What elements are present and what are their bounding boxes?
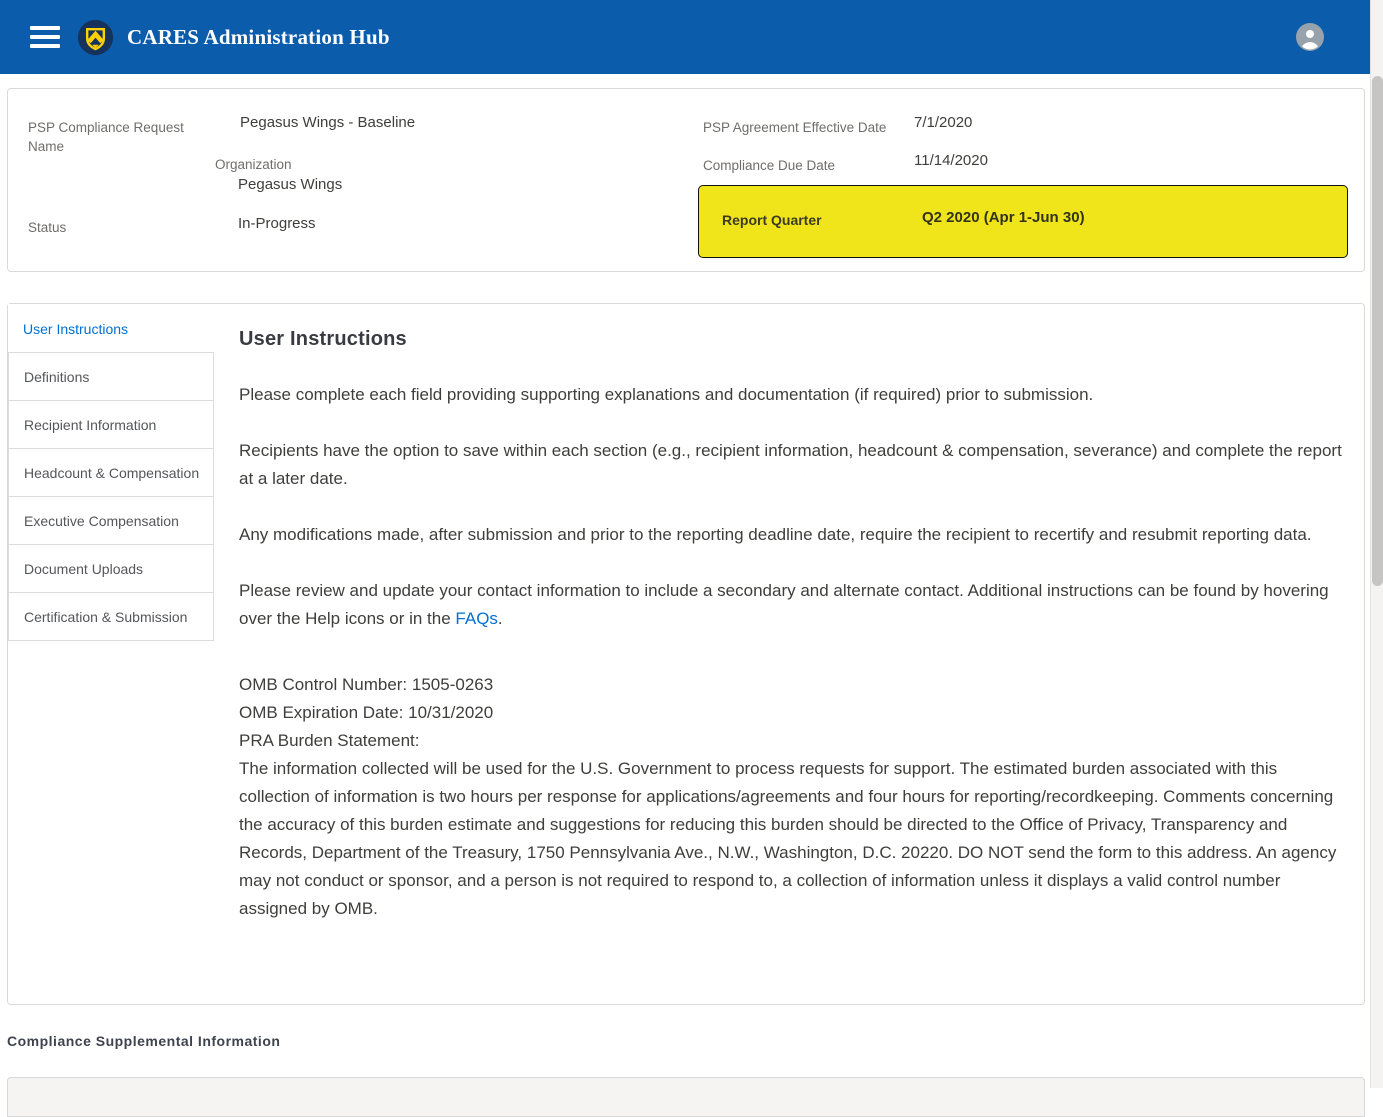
due-date-value: 11/14/2020: [914, 151, 988, 171]
sidebar-item-definitions[interactable]: Definitions: [8, 352, 214, 401]
sidebar-item-headcount-compensation[interactable]: Headcount & Compensation: [8, 448, 214, 497]
due-date-label: Compliance Due Date: [703, 156, 835, 175]
organization-value: Pegasus Wings: [238, 175, 342, 195]
request-name-label: PSP Compliance Request Name: [28, 118, 203, 156]
status-label: Status: [28, 218, 66, 237]
status-value: In-Progress: [238, 214, 316, 234]
user-avatar-icon: [1296, 23, 1324, 51]
app-header: CARES Administration Hub: [0, 0, 1370, 74]
user-instructions-content: User Instructions Please complete each f…: [214, 304, 1364, 923]
section-tab-list: User Instructions Definitions Recipient …: [8, 304, 214, 641]
faqs-link[interactable]: FAQs: [455, 609, 498, 628]
sidebar-item-document-uploads[interactable]: Document Uploads: [8, 544, 214, 593]
sidebar-item-recipient-information[interactable]: Recipient Information: [8, 400, 214, 449]
organization-label: Organization: [215, 155, 292, 174]
page-scrollbar-thumb[interactable]: [1372, 76, 1383, 586]
page-title: User Instructions: [239, 328, 1349, 351]
page-scrollbar-track[interactable]: [1370, 0, 1383, 1088]
report-quarter-value: Q2 2020 (Apr 1-Jun 30): [922, 209, 1085, 226]
paragraph-4-text: Please review and update your contact in…: [239, 581, 1329, 628]
report-sections-panel: User Instructions Definitions Recipient …: [7, 303, 1365, 1005]
instructions-paragraph-2: Recipients have the option to save withi…: [239, 437, 1349, 493]
instructions-paragraph-1: Please complete each field providing sup…: [239, 381, 1349, 409]
omb-pra-block: OMB Control Number: 1505-0263 OMB Expira…: [239, 671, 1349, 923]
instructions-paragraph-4: Please review and update your contact in…: [239, 577, 1349, 633]
request-name-value: Pegasus Wings - Baseline: [240, 113, 415, 133]
hamburger-menu-icon[interactable]: [30, 26, 60, 48]
effective-date-value: 7/1/2020: [914, 113, 972, 133]
sidebar-item-executive-compensation[interactable]: Executive Compensation: [8, 496, 214, 545]
report-quarter-label: Report Quarter: [722, 212, 822, 228]
omb-expiration-date: OMB Expiration Date: 10/31/2020: [239, 699, 1349, 727]
app-title: CARES Administration Hub: [127, 25, 390, 50]
app-logo-shield-chevron-icon: [77, 19, 114, 56]
compliance-summary-panel: PSP Compliance Request Name Pegasus Wing…: [7, 88, 1365, 272]
pra-burden-label: PRA Burden Statement:: [239, 727, 1349, 755]
user-avatar-button[interactable]: [1296, 23, 1324, 51]
report-quarter-highlight: Report Quarter Q2 2020 (Apr 1-Jun 30): [698, 185, 1348, 258]
sidebar-item-certification-submission[interactable]: Certification & Submission: [8, 592, 214, 641]
instructions-paragraph-3: Any modifications made, after submission…: [239, 521, 1349, 549]
paragraph-4-period: .: [498, 609, 503, 628]
supplemental-panel-header: [7, 1077, 1365, 1117]
omb-control-number: OMB Control Number: 1505-0263: [239, 671, 1349, 699]
compliance-supplemental-title: Compliance Supplemental Information: [7, 1033, 280, 1049]
effective-date-label: PSP Agreement Effective Date: [703, 118, 886, 137]
sidebar-item-user-instructions[interactable]: User Instructions: [8, 304, 214, 353]
pra-burden-text: The information collected will be used f…: [239, 755, 1349, 923]
